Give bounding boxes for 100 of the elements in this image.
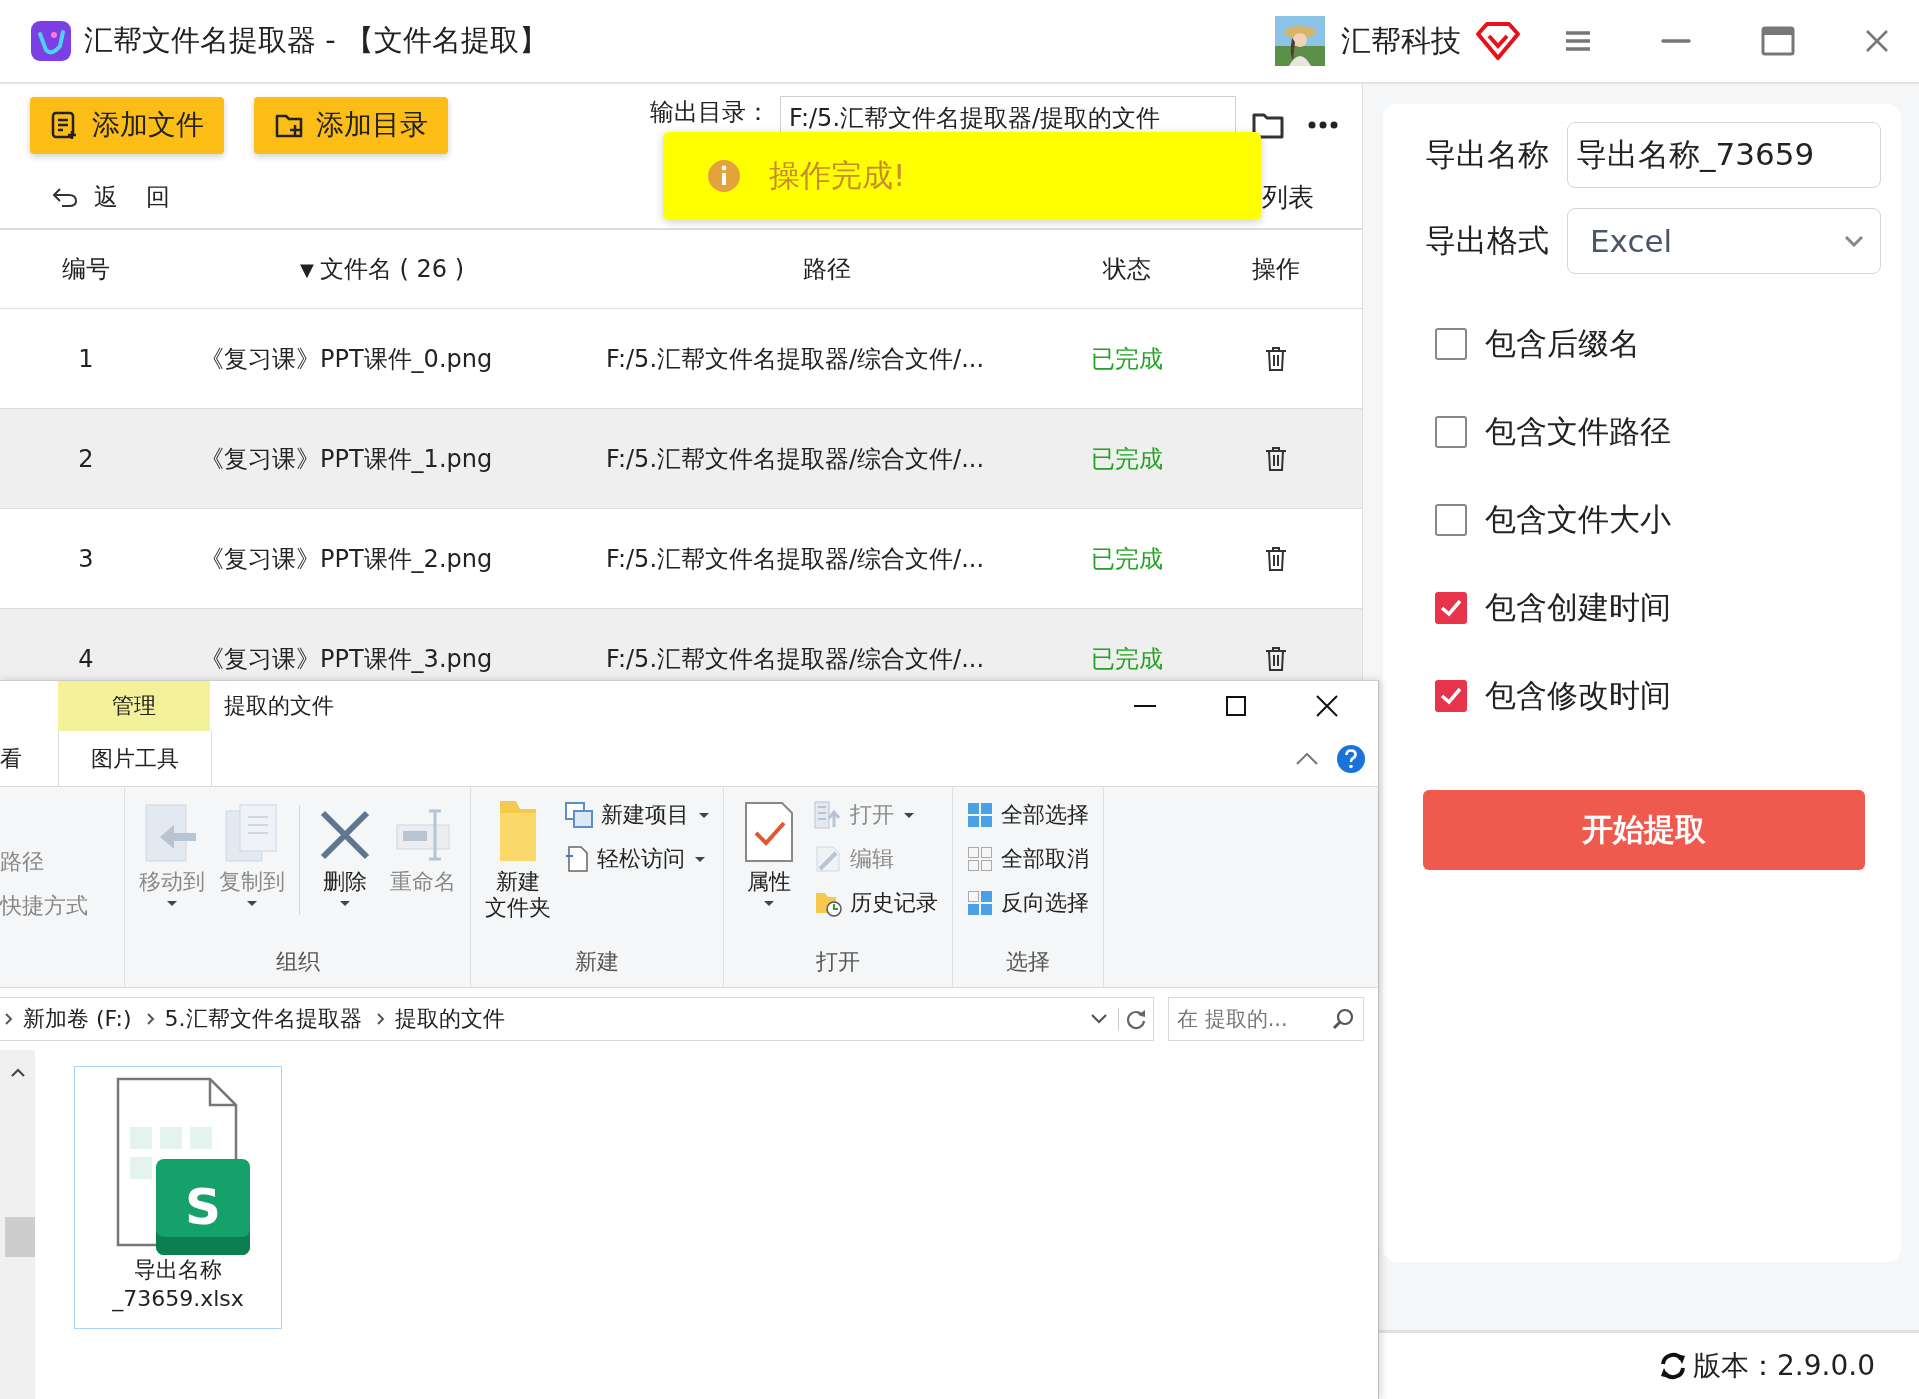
breadcrumb[interactable]: 新加卷 (F:) xyxy=(23,1004,132,1034)
trash-icon[interactable] xyxy=(1265,345,1287,372)
chevron-down-icon[interactable] xyxy=(1090,1013,1108,1025)
status-text: 已完成 xyxy=(1091,543,1163,575)
trash-icon[interactable] xyxy=(1265,645,1287,672)
ribbon-button[interactable]: 历史记录 xyxy=(814,885,938,921)
back-button[interactable]: 返 回 xyxy=(52,181,180,213)
export-name-field[interactable]: 导出名称_73659 xyxy=(1567,122,1881,188)
breadcrumb[interactable]: 提取的文件 xyxy=(394,1004,505,1034)
copy-to-icon xyxy=(224,803,280,863)
maximize-icon[interactable] xyxy=(1226,696,1246,716)
checkmark-page-icon xyxy=(744,801,794,863)
window-title: 汇帮文件名提取器 - 【文件名提取】 xyxy=(84,22,548,59)
row-number: 1 xyxy=(78,344,94,373)
column-header[interactable]: 文件名 ( 26 ) xyxy=(319,253,464,285)
scrollbar-thumb[interactable] xyxy=(4,1217,35,1257)
ribbon-tab[interactable]: 看 xyxy=(0,743,58,774)
select-none-icon xyxy=(967,846,993,872)
toast-message: 操作完成! xyxy=(769,156,906,195)
invert-selection-icon xyxy=(967,890,993,916)
format-dropdown[interactable]: Excel xyxy=(1567,208,1881,274)
add-file-button[interactable]: 添加文件 xyxy=(30,96,224,154)
chevron-up-icon[interactable] xyxy=(1296,752,1318,765)
close-icon[interactable] xyxy=(1316,695,1338,717)
search-icon[interactable] xyxy=(1332,1008,1354,1030)
help-icon[interactable] xyxy=(1336,743,1366,774)
chevron-up-icon[interactable] xyxy=(10,1068,25,1077)
ribbon-button[interactable]: 属性 xyxy=(738,797,800,907)
status-text: 已完成 xyxy=(1091,343,1163,375)
column-header: 编号 xyxy=(62,254,110,285)
file-name: 《复习课》PPT课件_3.png xyxy=(200,643,493,675)
select-all-icon xyxy=(967,802,993,828)
group-label: 组织 xyxy=(275,948,320,976)
file-path: F:/5.汇帮文件名提取器/综合文件/... xyxy=(606,343,985,375)
info-icon xyxy=(707,159,741,193)
checkbox[interactable] xyxy=(1435,416,1467,448)
column-header: 操作 xyxy=(1252,254,1300,285)
context-tab[interactable]: 管理 xyxy=(58,681,210,731)
back-arrow-icon xyxy=(52,186,78,208)
checkbox[interactable] xyxy=(1435,328,1467,360)
chevron-right-icon[interactable] xyxy=(375,1013,385,1025)
status-text: 已完成 xyxy=(1091,443,1163,475)
chevron-down-icon xyxy=(1844,235,1864,247)
checkbox-label[interactable]: 包含后缀名 xyxy=(1485,323,1640,365)
checkbox-label[interactable]: 包含修改时间 xyxy=(1485,675,1671,717)
sort-indicator-icon[interactable]: ▼ xyxy=(300,258,314,280)
status-text: 已完成 xyxy=(1091,643,1163,675)
checkbox[interactable] xyxy=(1435,680,1467,712)
search-field[interactable]: 在 提取的... xyxy=(1168,997,1364,1041)
ribbon-button[interactable]: 反向选择 xyxy=(967,885,1089,921)
open-icon xyxy=(814,801,842,829)
window-title: 提取的文件 xyxy=(224,692,334,720)
checkbox[interactable] xyxy=(1435,592,1467,624)
address-bar[interactable]: 新加卷 (F:) 5.汇帮文件名提取器 提取的文件 xyxy=(0,997,1154,1041)
chevron-right-icon[interactable] xyxy=(145,1013,155,1025)
row-number: 4 xyxy=(78,644,94,673)
ribbon-button[interactable]: 新建 文件夹 xyxy=(485,797,551,922)
group-label: 打开 xyxy=(816,948,860,976)
field-label: 导出名称 xyxy=(1425,135,1549,174)
group-label: 选择 xyxy=(1006,948,1050,976)
brand-name: 汇帮科技 xyxy=(1341,21,1461,60)
add-folder-button[interactable]: 添加目录 xyxy=(254,96,448,154)
page-icon xyxy=(565,846,589,872)
breadcrumb[interactable]: 5.汇帮文件名提取器 xyxy=(164,1004,362,1034)
menu-icon[interactable] xyxy=(1565,30,1591,52)
checkmark-icon xyxy=(1439,686,1463,706)
ribbon-button[interactable]: 全部取消 xyxy=(967,841,1089,877)
refresh-icon[interactable] xyxy=(1659,1352,1688,1380)
version-label: 版本：2.9.0.0 xyxy=(1693,1348,1875,1384)
file-path: F:/5.汇帮文件名提取器/综合文件/... xyxy=(606,543,985,575)
file-name[interactable]: 导出名称_73659.xlsx xyxy=(98,1256,258,1314)
field-label: 导出格式 xyxy=(1425,221,1549,260)
minimize-icon[interactable] xyxy=(1134,704,1156,708)
checkbox[interactable] xyxy=(1435,504,1467,536)
trash-icon[interactable] xyxy=(1265,445,1287,472)
file-item[interactable]: S 导出名称_73659.xlsx xyxy=(74,1066,282,1329)
new-item-icon xyxy=(565,802,593,828)
trash-icon[interactable] xyxy=(1265,545,1287,572)
row-number: 3 xyxy=(78,544,94,573)
ribbon-button[interactable]: 轻松访问 xyxy=(565,841,709,877)
more-icon[interactable] xyxy=(1308,121,1338,129)
ribbon-button[interactable]: 删除 xyxy=(314,797,376,907)
checkbox-label[interactable]: 包含文件大小 xyxy=(1485,499,1671,541)
heart-gem-icon xyxy=(1475,21,1521,61)
group-label: 新建 xyxy=(575,948,619,976)
chevron-right-icon[interactable] xyxy=(4,1013,13,1025)
file-name: 《复习课》PPT课件_2.png xyxy=(200,543,493,575)
view-mode-label[interactable]: 列表 xyxy=(1262,179,1314,215)
checkbox-label[interactable]: 包含创建时间 xyxy=(1485,587,1671,629)
output-label: 输出目录： xyxy=(650,97,770,128)
ribbon-button[interactable]: 全部选择 xyxy=(967,797,1089,833)
file-path: F:/5.汇帮文件名提取器/综合文件/... xyxy=(606,443,985,475)
checkbox-label[interactable]: 包含文件路径 xyxy=(1485,411,1671,453)
checkmark-icon xyxy=(1439,598,1463,618)
rename-icon xyxy=(395,807,451,863)
folder-icon[interactable] xyxy=(1252,111,1284,139)
ribbon-button[interactable]: 新建项目 xyxy=(565,797,709,833)
scrollbar[interactable] xyxy=(0,1050,35,1399)
row-number: 2 xyxy=(78,444,94,473)
column-header: 路径 xyxy=(803,254,851,285)
